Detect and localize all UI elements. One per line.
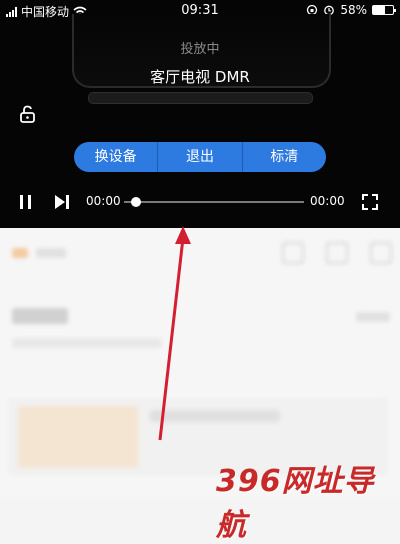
annotation-arrow <box>158 226 191 441</box>
annotation-arrow-line <box>158 237 185 441</box>
annotation-arrow-head <box>175 226 191 244</box>
watermark: 396网址导航 <box>216 464 375 543</box>
